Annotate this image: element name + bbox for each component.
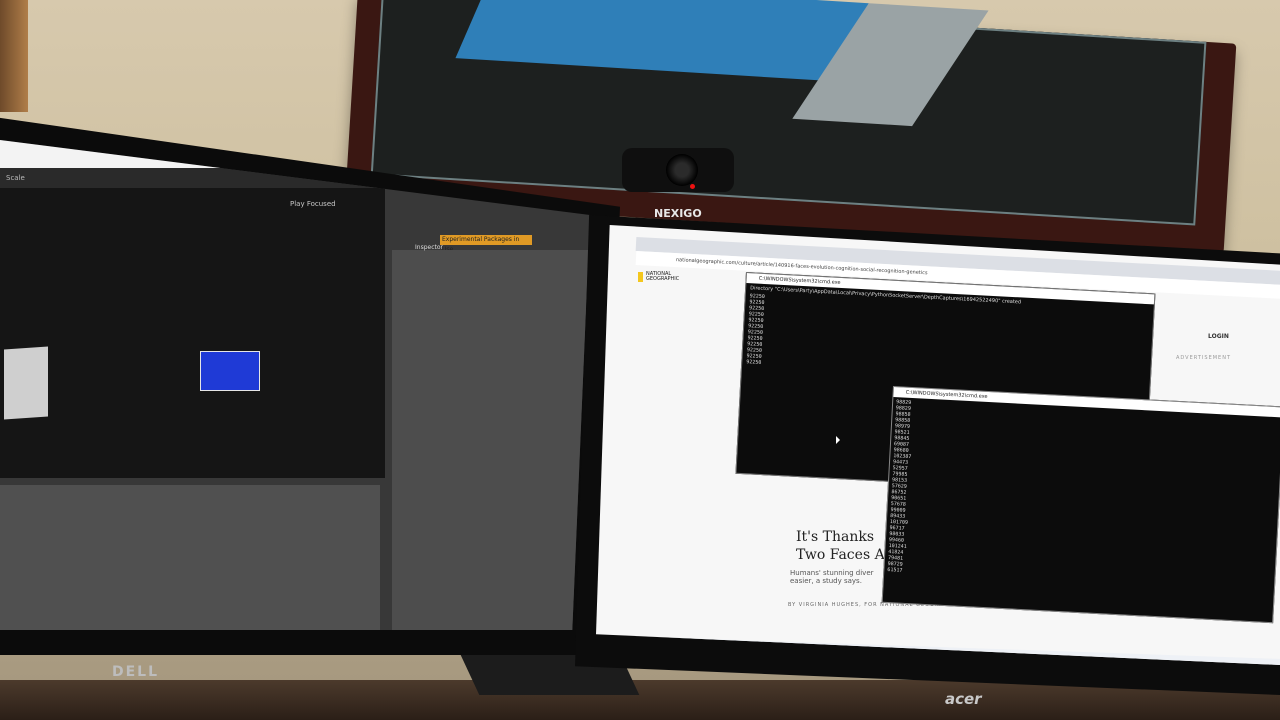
inspector-tab[interactable]: Inspector [415, 244, 443, 251]
login-link[interactable]: LOGIN [1208, 333, 1229, 340]
article-title: It's Thanks Two Faces A [796, 528, 885, 564]
play-focused-label[interactable]: Play Focused [290, 200, 336, 208]
door-frame [0, 0, 28, 112]
left-monitor: Scale Play Focused Experimental Packages… [0, 115, 620, 655]
left-clock: 8:51 PM [520, 642, 545, 649]
app-icon[interactable] [116, 642, 130, 656]
webcam [622, 148, 734, 192]
natgeo-logo[interactable]: NATIONAL GEOGRAPHIC [638, 272, 684, 282]
spotify-icon[interactable] [94, 642, 108, 656]
folder-icon[interactable] [50, 642, 64, 656]
experimental-packages-tag[interactable]: Experimental Packages in Use [440, 235, 532, 253]
webcam-led [690, 184, 695, 189]
article-title-line1: It's Thanks [796, 529, 875, 545]
console-window-2[interactable]: C:\WINDOWS\system32\cmd.exe 98829 98829 … [881, 386, 1280, 624]
ui-panel-white [4, 346, 48, 420]
article-title-line2: Two Faces A [796, 547, 885, 563]
flag-blue-field [455, 0, 869, 82]
project-panel [0, 485, 380, 630]
vscode-icon[interactable] [160, 642, 174, 656]
dell-logo: DELL [112, 664, 160, 680]
acer-logo: acer [945, 690, 982, 708]
advertisement-label: ADVERTISEMENT [1176, 355, 1232, 361]
console-1-output: 92250 92250 92250 92250 92250 92250 9225… [746, 293, 765, 366]
vs-icon[interactable] [138, 642, 152, 656]
scale-label[interactable]: Scale [6, 174, 25, 182]
ui-panel-blue [200, 351, 260, 391]
mouse-cursor [836, 436, 840, 444]
game-view[interactable] [0, 188, 385, 478]
webcam-lens [666, 154, 698, 186]
article-subtitle: Humans' stunning diver easier, a study s… [790, 569, 874, 585]
edge-icon[interactable] [72, 642, 86, 656]
console-2-output: 98829 98829 98858 98858 98979 98521 9884… [887, 399, 912, 574]
terminal-icon[interactable] [182, 642, 196, 656]
unity-editor-window: Scale Play Focused Experimental Packages… [0, 140, 590, 630]
webcam-brand: NEXIGO [654, 207, 702, 220]
